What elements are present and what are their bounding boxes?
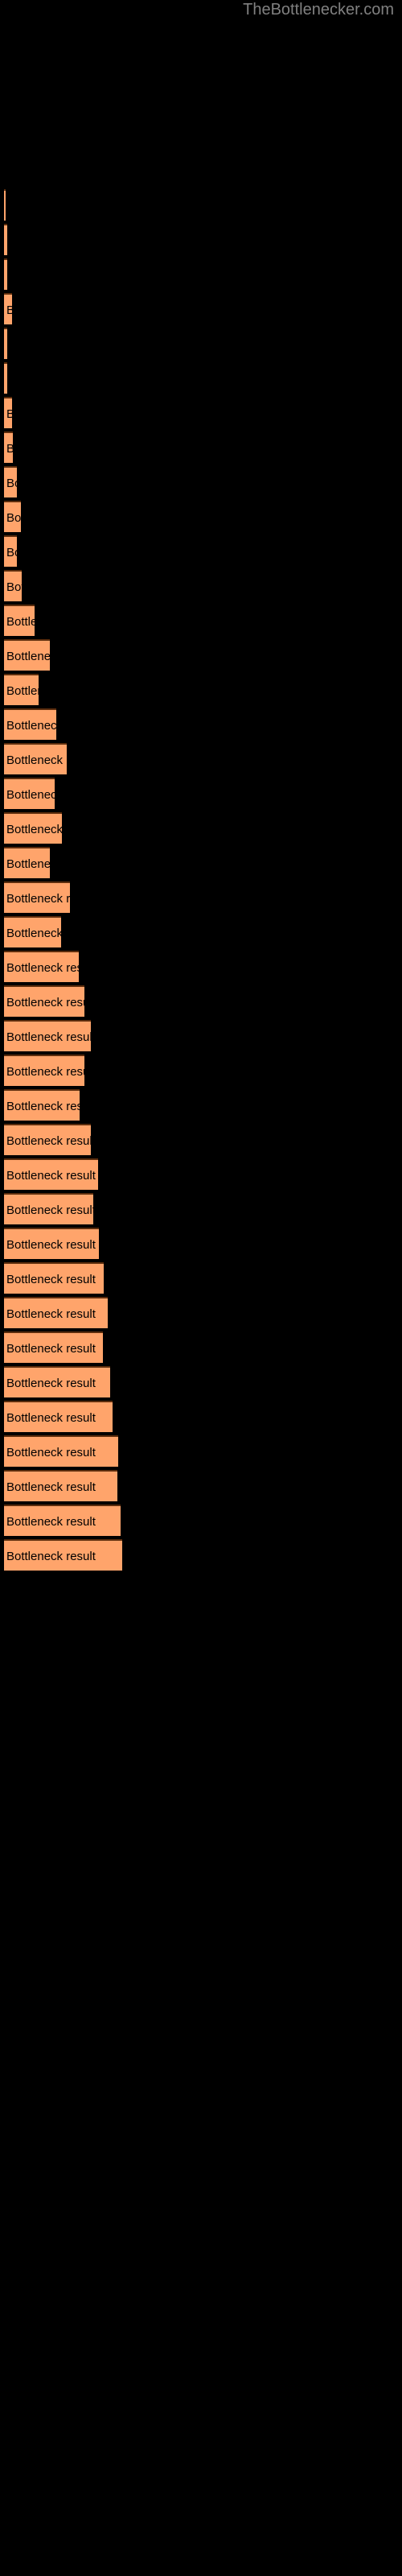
bar-label: Bottleneck result (6, 1065, 84, 1079)
chart-bar[interactable]: Bottleneck result (4, 639, 50, 671)
chart-bar[interactable]: Bottleneck result (4, 1331, 103, 1363)
chart-bar[interactable]: Bottleneck result (4, 293, 12, 324)
chart-bar[interactable]: Bottleneck result (4, 708, 56, 740)
bar-label: Bottleneck result (6, 996, 84, 1009)
bar-label: Bottleneck result (6, 892, 70, 906)
chart-bar[interactable]: Bottleneck result (4, 1089, 80, 1121)
bar-label: Bottleneck result (6, 1480, 96, 1494)
chart-bar[interactable]: Bottleneck result (4, 1228, 99, 1259)
bar-chart: Bottleneck result Bottleneck result Bottle… (0, 0, 402, 2576)
bar-label: Bottleneck result (6, 1515, 96, 1529)
bar-label: Bottleneck result (6, 580, 22, 594)
bar-label: Bottleneck result (6, 1307, 96, 1321)
chart-bar[interactable]: Bottleneck result (4, 605, 35, 636)
bar-label: Bottleneck result (6, 1342, 96, 1356)
chart-bar[interactable]: Bottleneck result (4, 1055, 84, 1086)
chart-bar[interactable]: Bottleneck result (4, 535, 17, 567)
bar-label: Bottleneck result (6, 435, 13, 463)
bar-label: Bottleneck result (6, 1030, 91, 1044)
chart-bar[interactable]: Bottleneck result (4, 951, 79, 982)
bar-label: Bottleneck result (6, 615, 35, 629)
bar-label: Bottleneck result (6, 331, 7, 359)
bar-label: Bottleneck result (6, 684, 39, 698)
bar-label: Bottleneck result (6, 365, 7, 394)
bar-label: Bottleneck result (6, 546, 17, 559)
chart-bar[interactable]: Bottleneck result (4, 258, 7, 290)
chart-bar[interactable]: Bottleneck result (4, 1158, 98, 1190)
bar-label: Bottleneck result (6, 511, 21, 525)
chart-bar[interactable]: Bottleneck result (4, 743, 67, 774)
bar-label: Bottleneck result (6, 1273, 96, 1286)
bar-label: Bottleneck result (6, 1377, 96, 1390)
chart-bar[interactable]: Bottleneck result (4, 1193, 93, 1224)
bar-label: Bottleneck result (6, 400, 12, 428)
bar-label: Bottleneck result (6, 1550, 96, 1563)
bar-label: Bottleneck result (6, 927, 61, 940)
chart-bar[interactable]: Bottleneck result (4, 674, 39, 705)
chart-bar[interactable]: Bottleneck result (4, 881, 70, 913)
bar-label: Bottleneck result (6, 1203, 93, 1217)
bar-label: Bottleneck result (6, 1169, 96, 1183)
bar-label: Bottleneck result (6, 961, 79, 975)
chart-bar[interactable]: Bottleneck result (4, 847, 50, 878)
bar-label: Bottleneck result (6, 1100, 80, 1113)
bar-label: Bottleneck result (6, 719, 56, 733)
chart-bar[interactable]: Bottleneck result (4, 1505, 121, 1536)
chart-bar[interactable]: Bottleneck result (4, 778, 55, 809)
chart-bar[interactable]: Bottleneck result (4, 812, 62, 844)
bar-label: Bottleneck result (6, 227, 7, 255)
bar-label: Bottleneck result (6, 1446, 96, 1459)
bar-label: Bottleneck result (6, 477, 17, 490)
bar-label: Bottleneck result (6, 1411, 96, 1425)
chart-bar[interactable]: Bottleneck result (4, 1470, 117, 1501)
chart-bar[interactable]: Bottleneck result (4, 916, 61, 947)
chart-bar[interactable]: Bottleneck result (4, 1297, 108, 1328)
chart-bar[interactable]: Bottleneck result (4, 466, 17, 497)
chart-bar[interactable]: Bottleneck result (4, 362, 7, 394)
bar-label: Bottleneck result (6, 788, 55, 802)
chart-bar[interactable]: Bottleneck result (4, 1124, 91, 1155)
chart-bar[interactable]: Bottleneck result (4, 1020, 91, 1051)
bar-label: Bottleneck result (6, 823, 62, 836)
chart-bar[interactable]: Bottleneck result (4, 1539, 122, 1571)
bar-label: Bottleneck result (6, 1134, 91, 1148)
chart-bar[interactable]: Bottleneck result (4, 1366, 110, 1397)
bar-label: Bottleneck result (6, 296, 12, 324)
chart-bar[interactable]: Bottleneck result (4, 985, 84, 1017)
chart-bar[interactable]: Bottleneck result (4, 501, 21, 532)
chart-bar[interactable]: Bottleneck result (4, 189, 6, 221)
chart-bar[interactable]: Bottleneck result (4, 431, 13, 463)
chart-bar[interactable]: Bottleneck result (4, 328, 7, 359)
bar-label: Bottleneck result (6, 753, 67, 767)
chart-bar[interactable]: Bottleneck result (4, 224, 7, 255)
bar-label: Bottleneck result (6, 650, 50, 663)
chart-bar[interactable]: Bottleneck result (4, 570, 22, 601)
bar-label: Bottleneck result (6, 857, 50, 871)
chart-bar[interactable]: Bottleneck result (4, 1435, 118, 1467)
bar-label: Bottleneck result (6, 262, 7, 290)
chart-page: TheBottlenecker.com Bottleneck resultBot… (0, 0, 402, 2576)
chart-bar[interactable]: Bottleneck result (4, 1262, 104, 1294)
chart-bar[interactable]: Bottleneck result (4, 1401, 113, 1432)
bar-label: Bottleneck result (6, 1238, 96, 1252)
chart-bar[interactable]: Bottleneck result (4, 397, 12, 428)
